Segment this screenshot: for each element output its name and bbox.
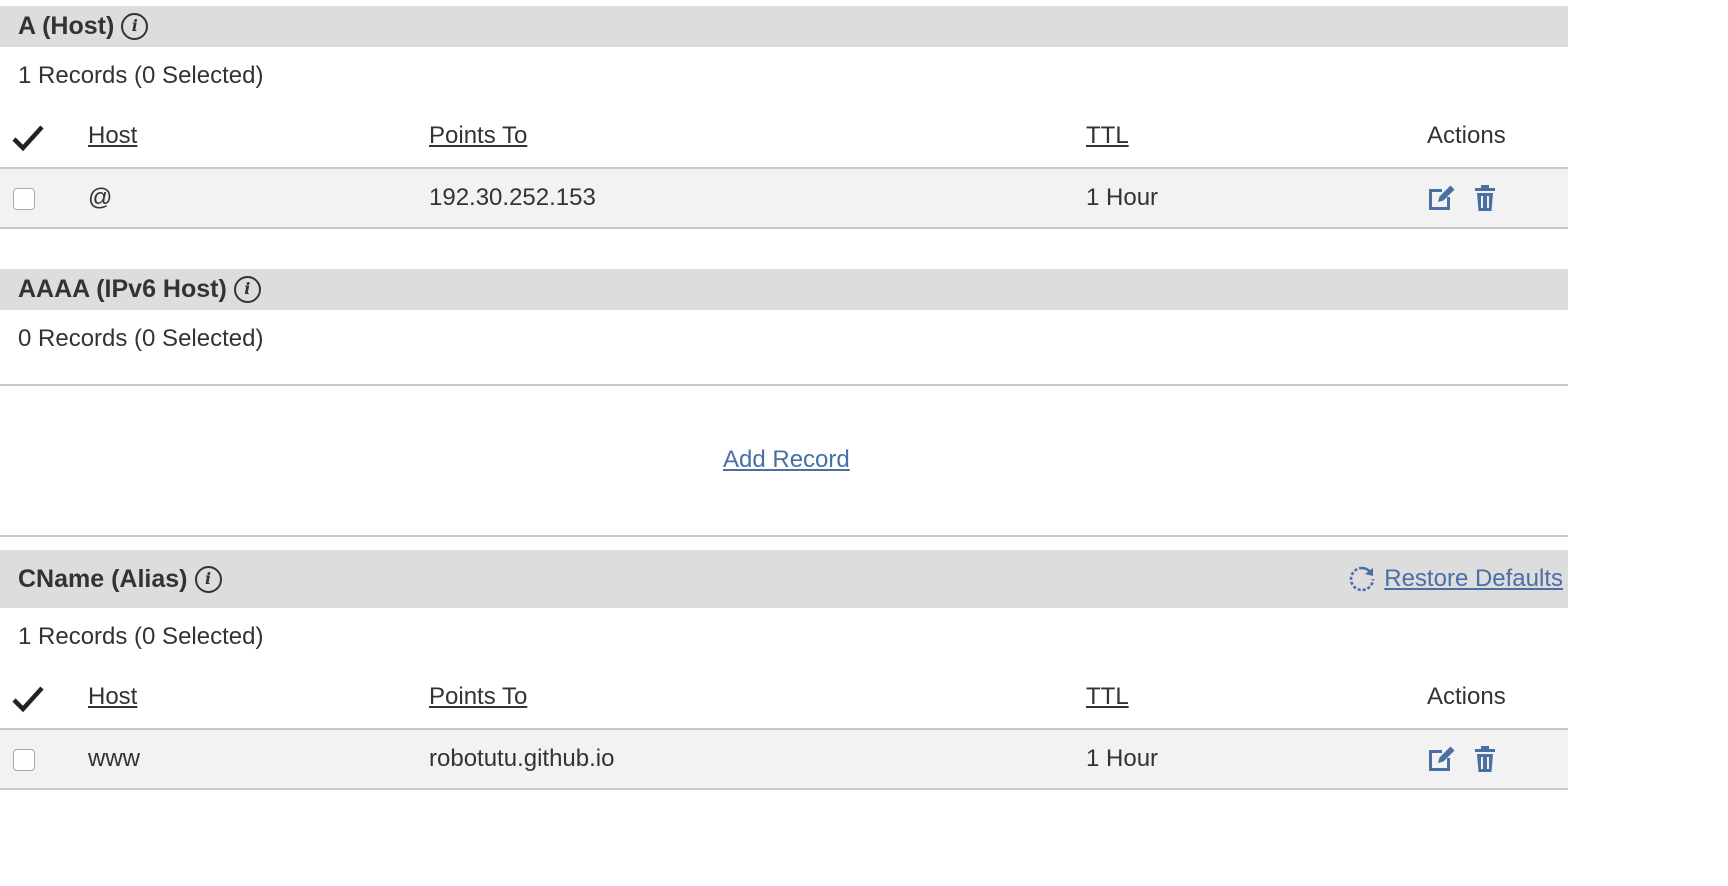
dns-records-page: A (Host) i 1 Records (0 Selected) Host P… [0,0,1568,886]
row-points-to: 192.30.252.153 [429,184,596,211]
row-checkbox[interactable] [13,749,35,771]
record-count: 1 Records (0 Selected) [18,62,264,89]
divider [0,384,1568,386]
select-all-checkmark-icon[interactable] [12,124,44,152]
edit-icon[interactable] [1426,744,1456,774]
divider [0,535,1568,537]
add-record-link[interactable]: Add Record [723,446,850,474]
restore-defaults-link[interactable]: Restore Defaults [1384,565,1563,593]
row-ttl: 1 Hour [1086,745,1159,772]
row-checkbox[interactable] [13,188,35,210]
section-title: CName (Alias) [18,564,188,593]
column-header-host[interactable]: Host [88,683,137,711]
row-host: @ [88,184,113,211]
column-header-host[interactable]: Host [88,122,137,150]
section-title: AAAA (IPv6 Host) [18,275,227,303]
row-ttl: 1 Hour [1086,184,1159,211]
select-all-checkmark-icon[interactable] [12,685,44,713]
table-row: @ 192.30.252.153 1 Hour [0,169,1568,227]
info-icon[interactable]: i [194,565,222,593]
column-header-ttl[interactable]: TTL [1086,122,1129,150]
section-header-a-host: A (Host) i [0,6,1568,47]
divider [0,227,1568,229]
trash-icon[interactable] [1470,183,1500,213]
row-points-to: robotutu.github.io [429,745,615,772]
column-header-actions: Actions [1427,122,1506,149]
row-host: www [88,745,140,772]
section-header-cname-alias: CName (Alias) i Restore Defaults [0,550,1568,608]
trash-icon[interactable] [1470,744,1500,774]
record-count: 0 Records (0 Selected) [18,325,264,352]
column-header-points-to[interactable]: Points To [429,683,527,711]
table-row: www robotutu.github.io 1 Hour [0,730,1568,788]
info-icon[interactable]: i [121,13,149,40]
section-title: A (Host) [18,12,115,40]
column-header-points-to[interactable]: Points To [429,122,527,150]
info-icon[interactable]: i [233,276,261,303]
column-header-ttl[interactable]: TTL [1086,683,1129,711]
edit-icon[interactable] [1426,183,1456,213]
divider [0,788,1568,790]
record-count: 1 Records (0 Selected) [18,623,264,650]
restore-defaults-button[interactable]: Restore Defaults [1348,550,1563,608]
section-header-aaaa-ipv6-host: AAAA (IPv6 Host) i [0,269,1568,310]
refresh-icon [1349,566,1375,592]
column-header-actions: Actions [1427,683,1506,710]
